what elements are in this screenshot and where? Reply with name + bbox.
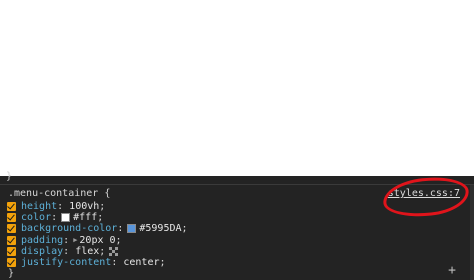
property-value[interactable]: center (123, 257, 159, 268)
open-brace: { (98, 188, 111, 199)
checkbox-checked-icon[interactable] (7, 235, 16, 245)
checkbox-checked-icon[interactable] (7, 246, 16, 256)
devtools-styles-pane: } .menu-container { styles.css:7 height:… (0, 172, 474, 280)
checkbox-checked-icon[interactable] (7, 213, 16, 223)
plus-icon[interactable]: + (448, 264, 456, 277)
declaration-list: height: 100vh; color: #fff; background-co… (7, 201, 188, 268)
semicolon: ; (181, 223, 188, 235)
declaration-color: color: #fff; (7, 212, 188, 223)
declaration-padding: padding: ▶ 20px 0; (7, 235, 188, 246)
page: } .menu-container { styles.css:7 height:… (0, 0, 474, 280)
property-name[interactable]: justify-content (21, 257, 111, 268)
colon: : (57, 201, 70, 212)
colon: : (111, 256, 124, 268)
semicolon: ; (99, 201, 106, 212)
semicolon: ; (99, 245, 106, 257)
property-name[interactable]: color (21, 212, 51, 223)
colon: : (51, 212, 58, 224)
property-value[interactable]: flex (75, 246, 99, 257)
source-file-link[interactable]: styles.css:7 (388, 188, 460, 200)
declaration-background-color: background-color: #5995DA; (7, 223, 188, 234)
checkbox-checked-icon[interactable] (7, 224, 16, 234)
checkbox-checked-icon[interactable] (7, 202, 16, 212)
color-swatch[interactable] (61, 213, 71, 223)
rule-header: .menu-container { (8, 188, 110, 200)
semicolon: ; (115, 234, 122, 246)
property-value[interactable]: 100vh (69, 201, 99, 212)
property-name[interactable]: padding (21, 235, 63, 246)
rule-selector[interactable]: .menu-container (8, 188, 98, 199)
previous-rule-close-brace: } (6, 171, 13, 182)
expand-triangle-icon[interactable]: ▶ (73, 235, 77, 246)
scrollbar[interactable] (470, 185, 474, 280)
colon: : (63, 245, 76, 257)
flexbox-editor-icon[interactable] (109, 246, 119, 256)
colon: : (117, 223, 124, 235)
semicolon: ; (97, 212, 104, 224)
colon: : (63, 234, 70, 246)
color-swatch[interactable] (127, 224, 137, 234)
checkbox-checked-icon[interactable] (7, 258, 16, 268)
webpage-viewport (0, 0, 474, 176)
declaration-display: display: flex; (7, 246, 188, 257)
property-name[interactable]: display (21, 246, 63, 257)
property-name[interactable]: height (21, 201, 57, 212)
rule-separator (0, 184, 474, 185)
property-value[interactable]: 20px 0 (79, 235, 115, 246)
close-brace: } (8, 268, 15, 279)
semicolon: ; (159, 256, 166, 268)
declaration-height: height: 100vh; (7, 201, 188, 212)
property-value[interactable]: #5995DA (139, 223, 181, 234)
property-name[interactable]: background-color (21, 223, 117, 234)
declaration-justify-content: justify-content: center; (7, 257, 188, 268)
property-value[interactable]: #fff (73, 212, 97, 223)
